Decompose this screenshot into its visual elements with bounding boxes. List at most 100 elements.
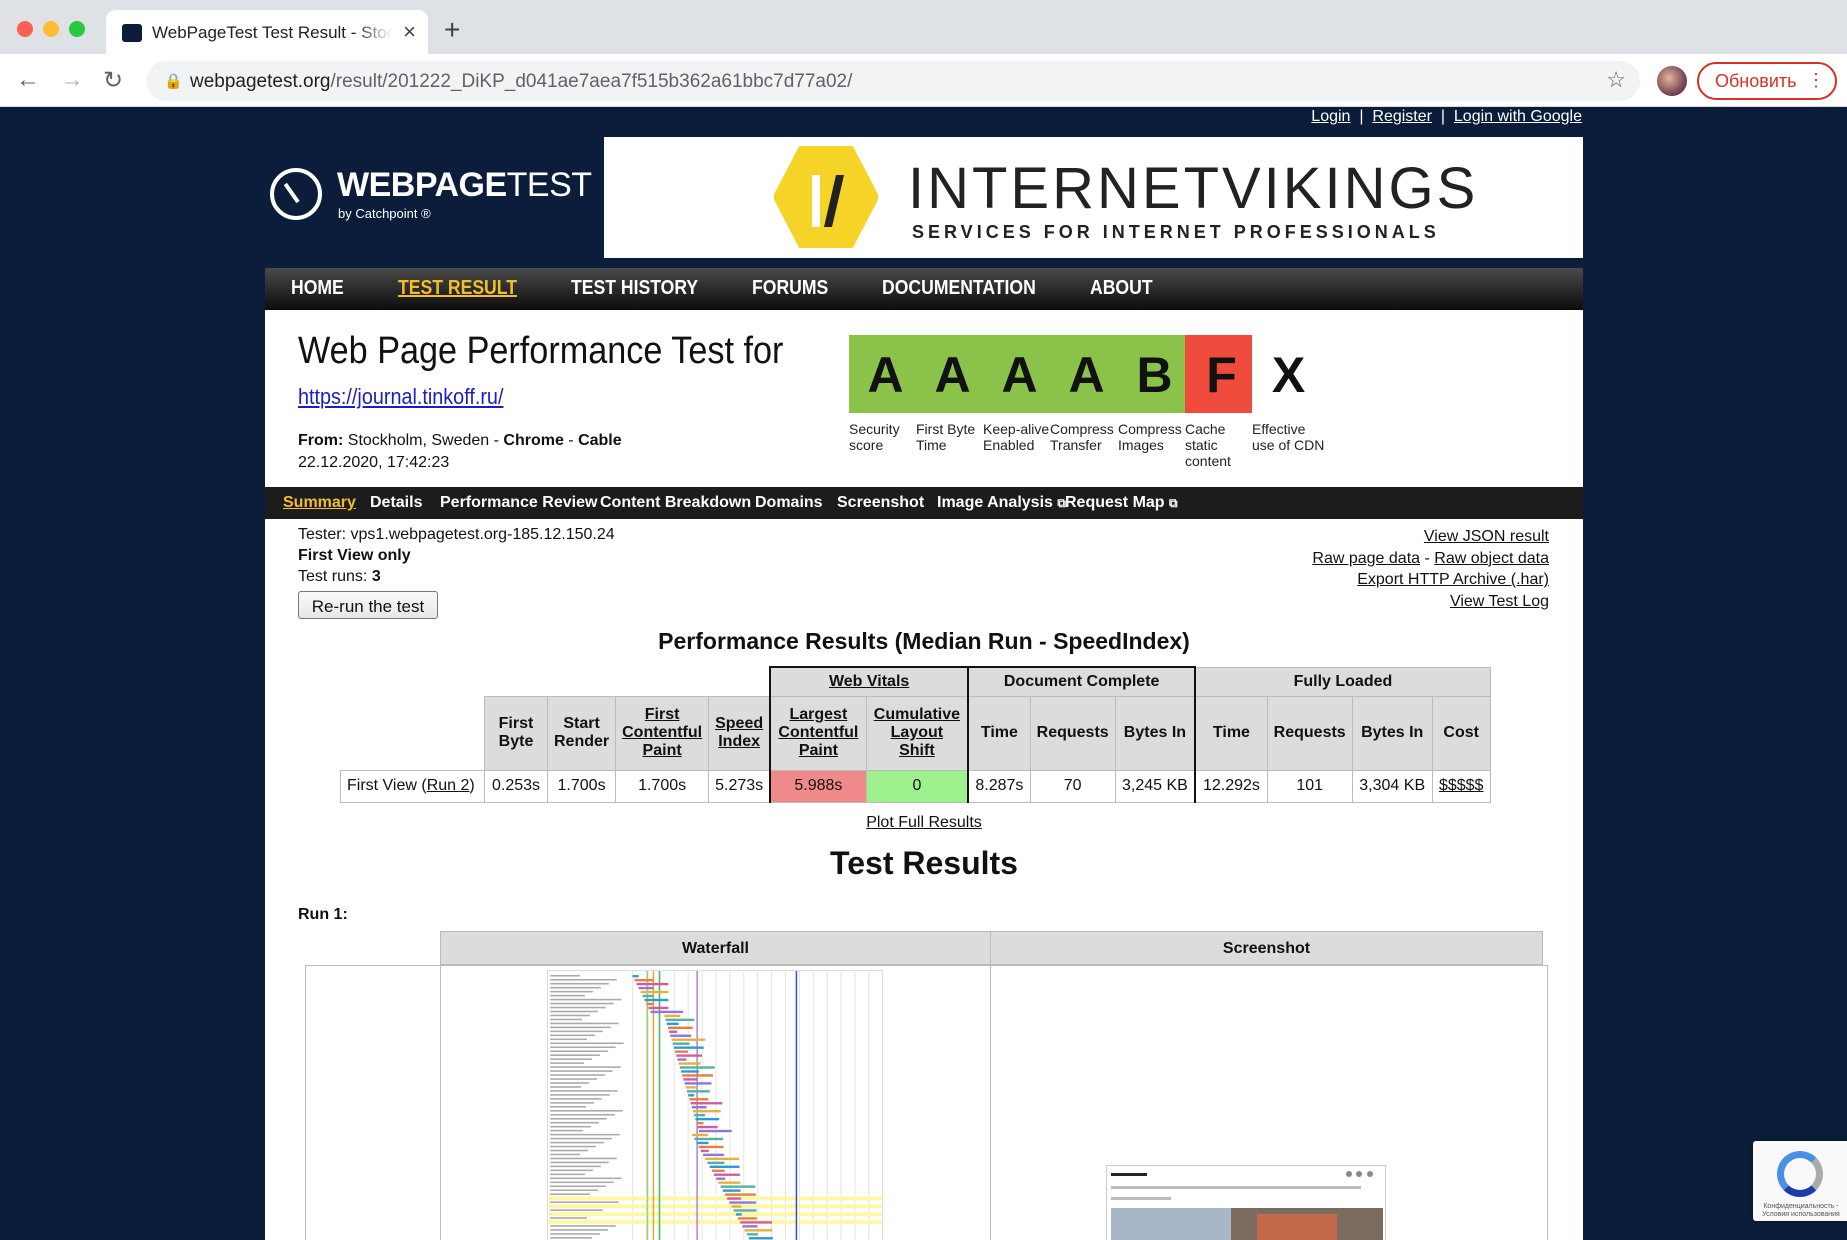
col-speed-index: Speed Index <box>708 695 771 771</box>
browser-tab[interactable]: WebPageTest Test Result - Stockholm × <box>106 10 428 54</box>
profile-avatar[interactable] <box>1657 66 1687 96</box>
performance-results-title: Performance Results (Median Run - SpeedI… <box>658 628 1190 654</box>
col-full-bytes-in: Bytes In <box>1351 695 1433 771</box>
raw-page-data-link[interactable]: Raw page data <box>1312 550 1420 567</box>
grade-6-card[interactable]: F <box>1185 335 1258 413</box>
page-screenshot-image <box>1107 1166 1385 1240</box>
recaptcha-privacy-text: Конфиденциальность - Условия использован… <box>1762 1203 1840 1218</box>
row-label: First View (Run 2) <box>340 769 485 803</box>
full-time-value: 12.292s <box>1194 769 1268 803</box>
rerun-test-button[interactable]: Re-run the test <box>298 591 438 619</box>
ad-banner[interactable]: INTERNETVIKINGS SERVICES FOR INTERNET PR… <box>604 137 1583 258</box>
webpagetest-favicon-icon <box>122 24 142 42</box>
fcp-value: 1.700s <box>615 769 710 803</box>
view-test-log-link[interactable]: View Test Log <box>1450 593 1549 610</box>
result-subnav: Summary Details Performance Review Conte… <box>265 487 1583 519</box>
web-vitals-header: Web Vitals <box>769 666 969 697</box>
grade-2-label: First Byte Time <box>916 421 976 453</box>
doc-bytes-value: 3,245 KB <box>1114 769 1196 803</box>
address-bar[interactable]: 🔒 webpagetest.org/result/201222_DiKP_d04… <box>146 61 1640 101</box>
plot-full-results-link[interactable]: Plot Full Results <box>866 814 982 831</box>
tab-image-analysis[interactable]: Image Analysis ⧉ <box>937 494 1066 512</box>
nav-forums[interactable]: FORUMS <box>752 277 828 300</box>
grade-7-label: Effective use of CDN <box>1252 421 1325 453</box>
main-nav: HOME TEST RESULT TEST HISTORY FORUMS DOC… <box>265 268 1583 310</box>
start-render-value: 1.700s <box>546 769 617 803</box>
run-2-link[interactable]: Run 2 <box>427 777 470 794</box>
export-har-link[interactable]: Export HTTP Archive (.har) <box>1357 571 1549 588</box>
window-close-button[interactable] <box>17 21 33 37</box>
test-runs-info: Test runs: 3 <box>298 568 381 585</box>
col-largest-contentful-paint: Largest Contentful Paint <box>769 695 867 771</box>
grade-5-card[interactable]: B <box>1118 335 1191 413</box>
forward-arrow-icon[interactable]: → <box>60 66 84 94</box>
ad-title: INTERNETVIKINGS <box>908 156 1479 221</box>
col-start-render: Start Render <box>546 695 617 771</box>
nav-documentation[interactable]: DOCUMENTATION <box>882 277 1036 300</box>
lock-icon: 🔒 <box>164 73 183 90</box>
update-browser-button[interactable]: Обновить ⋮ <box>1697 62 1837 100</box>
cls-value: 0 <box>865 769 969 803</box>
back-arrow-icon[interactable]: ← <box>16 66 40 94</box>
register-link[interactable]: Register <box>1372 108 1432 125</box>
col-first-byte: First Byte <box>484 695 548 771</box>
test-location: From: Stockholm, Sweden - Chrome - Cable <box>298 432 622 449</box>
recaptcha-badge[interactable]: Конфиденциальность - Условия использован… <box>1753 1141 1847 1221</box>
grade-3-card[interactable]: A <box>983 335 1056 413</box>
reload-icon[interactable]: ↻ <box>103 66 123 95</box>
login-google-link[interactable]: Login with Google <box>1454 108 1582 125</box>
tab-content-breakdown[interactable]: Content Breakdown <box>600 494 751 512</box>
grade-7-card[interactable]: X <box>1252 335 1325 413</box>
tab-domains[interactable]: Domains <box>755 494 823 512</box>
grade-6-label: Cache static content <box>1185 421 1231 469</box>
tab-screenshot[interactable]: Screenshot <box>837 494 924 512</box>
fully-loaded-header: Fully Loaded <box>1194 666 1491 697</box>
col-full-time: Time <box>1194 695 1268 771</box>
tab-details[interactable]: Details <box>370 494 422 512</box>
auth-links: Login | Register | Login with Google <box>1311 108 1582 125</box>
url-text: webpagetest.org/result/201222_DiKP_d041a… <box>190 71 853 92</box>
grade-1-label: Security score <box>849 421 900 453</box>
nav-test-result[interactable]: TEST RESULT <box>398 277 517 300</box>
tab-close-icon[interactable]: × <box>403 19 416 45</box>
window-minimize-button[interactable] <box>43 21 59 37</box>
tab-performance-review[interactable]: Performance Review <box>440 494 597 512</box>
nav-home[interactable]: HOME <box>291 277 344 300</box>
new-tab-icon[interactable]: + <box>444 14 460 46</box>
view-json-link[interactable]: View JSON result <box>1424 528 1549 545</box>
waterfall-thumbnail[interactable] <box>547 970 883 1240</box>
page-title: Web Page Performance Test for <box>298 330 784 372</box>
grade-2-card[interactable]: A <box>916 335 989 413</box>
external-link-icon: ⧉ <box>1169 496 1178 510</box>
web-vitals-link[interactable]: Web Vitals <box>829 673 909 690</box>
first-byte-value: 0.253s <box>484 769 548 803</box>
vikings-hexagon-logo-icon <box>774 146 878 248</box>
tab-summary[interactable]: Summary <box>283 494 356 512</box>
grade-4-card[interactable]: A <box>1050 335 1123 413</box>
gauge-icon <box>270 168 322 220</box>
login-link[interactable]: Login <box>1311 108 1350 125</box>
tested-url-link[interactable]: https://journal.tinkoff.ru/ <box>298 384 503 410</box>
bookmark-star-icon[interactable]: ☆ <box>1606 67 1626 93</box>
view-info: First View only <box>298 547 411 564</box>
logo-subtitle: by Catchpoint ® <box>338 206 431 221</box>
grade-3-label: Keep-alive Enabled <box>983 421 1050 453</box>
col-first-contentful-paint: First Contentful Paint <box>615 695 710 771</box>
tab-request-map[interactable]: Request Map ⧉ <box>1065 494 1178 512</box>
test-results-title: Test Results <box>830 845 1018 881</box>
screenshot-header: Screenshot <box>990 931 1543 965</box>
grade-1-card[interactable]: A <box>849 335 922 413</box>
screenshot-thumbnail[interactable] <box>1106 1165 1386 1240</box>
nav-test-history[interactable]: TEST HISTORY <box>571 277 698 300</box>
speed-index-value: 5.273s <box>708 769 771 803</box>
webpagetest-logo[interactable]: WEBPAGETEST by Catchpoint ® <box>267 162 592 232</box>
grade-4-label: Compress Transfer <box>1050 421 1114 453</box>
nav-about[interactable]: ABOUT <box>1090 277 1153 300</box>
col-cumulative-layout-shift: Cumulative Layout Shift <box>865 695 969 771</box>
more-menu-icon[interactable]: ⋮ <box>1807 70 1825 91</box>
raw-object-data-link[interactable]: Raw object data <box>1434 550 1549 567</box>
doc-requests-value: 70 <box>1029 769 1116 803</box>
document-complete-header: Document Complete <box>967 666 1196 697</box>
window-zoom-button[interactable] <box>69 21 85 37</box>
plot-full-results: Plot Full Results <box>265 814 1583 832</box>
